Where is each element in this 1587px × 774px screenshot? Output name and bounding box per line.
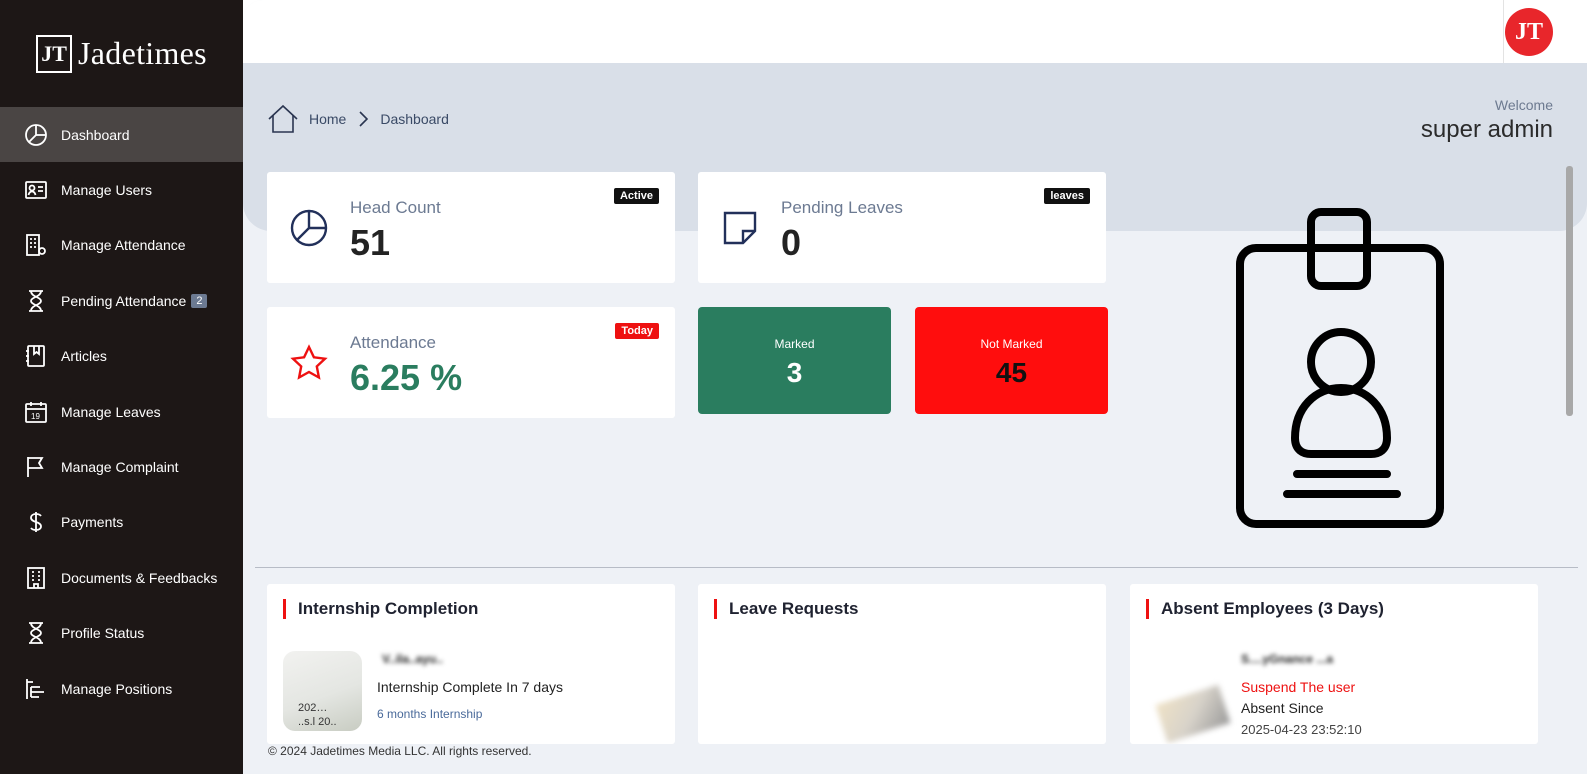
building-gear-icon [24,233,48,257]
brand-logo[interactable]: JT Jadetimes [0,0,243,107]
absent-employee-name: S....yGnance ...a [1241,652,1334,666]
sidebar-item-label: Manage Complaint [61,459,179,476]
hourglass-icon [24,621,48,645]
status-badge: Today [615,323,659,339]
section-divider [255,567,1578,568]
welcome-label: Welcome [1494,97,1553,113]
head-count-label: Head Count [350,198,441,217]
scrollbar-thumb[interactable] [1566,166,1573,416]
marked-label: Marked [774,337,815,351]
breadcrumb-current: Dashboard [380,111,449,127]
top-bar: JT [243,0,1587,63]
suspend-user-link[interactable]: Suspend The user [1241,679,1355,695]
flag-icon [24,455,48,479]
sticky-note-icon [723,211,757,245]
list-tree-icon [24,677,48,701]
id-badge-icon [1236,208,1444,528]
welcome-user-name: super admin [1420,116,1553,143]
not-marked-label: Not Marked [980,337,1043,351]
breadcrumb: Home Dashboard [267,104,449,134]
svg-text:19: 19 [31,412,40,421]
id-card-icon [24,178,48,202]
leave-requests-panel: Leave Requests [698,584,1106,744]
pie-chart-icon [290,209,328,247]
attendance-label: Attendance [350,333,437,352]
sidebar-item-manage-attendance[interactable]: Manage Attendance [0,218,243,273]
sidebar-item-manage-leaves[interactable]: 19 Manage Leaves [0,384,243,439]
sidebar-item-manage-complaint[interactable]: Manage Complaint [0,439,243,494]
sidebar-item-label: Documents & Feedbacks [61,569,218,586]
not-marked-tile[interactable]: Not Marked 45 [915,307,1108,414]
absent-employees-panel: Absent Employees (3 Days) S....yGnance .… [1130,584,1538,744]
status-badge: Active [613,188,659,204]
intern-photo-text: 202… ..s.l 20.. [298,702,337,728]
absent-since-date: 2025-04-23 23:52:10 [1241,722,1362,737]
logo-text: Jadetimes [78,35,207,71]
sidebar-item-articles[interactable]: Articles [0,329,243,384]
sidebar-nav: Dashboard Manage Users Manage Attendance… [0,107,243,716]
intern-name: V..ila..ayu.. [382,652,443,666]
sidebar-item-label: Manage Attendance [61,237,186,254]
head-count-card: Head Count 51 Active [267,172,675,283]
marked-tile[interactable]: Marked 3 [698,307,891,414]
sidebar-item-label: Manage Positions [61,680,173,697]
status-badge: leaves [1044,188,1090,204]
sidebar-item-label: Manage Users [61,182,153,199]
user-avatar[interactable]: JT [1505,8,1553,56]
sidebar-item-label: Pending Attendance [61,292,187,309]
panel-title: Leave Requests [714,599,858,619]
logo-mark: JT [36,34,73,73]
marked-value: 3 [786,357,803,388]
sidebar: JT Jadetimes Dashboard Manage Users Mana… [0,0,243,774]
sidebar-item-documents-feedbacks[interactable]: Documents & Feedbacks [0,550,243,605]
head-count-value: 51 [350,222,391,263]
intern-photo: 202… ..s.l 20.. [283,651,362,731]
sidebar-item-label: Articles [61,348,107,365]
sidebar-item-label: Profile Status [61,625,145,642]
pending-count-badge: 2 [191,293,208,308]
attendance-card: Attendance 6.25 % Today [267,307,675,418]
pending-leaves-card: Pending Leaves 0 leaves [698,172,1106,283]
building-icon [24,566,48,590]
star-icon [290,344,328,380]
attendance-value: 6.25 % [350,357,463,398]
absent-since-label: Absent Since [1241,700,1324,716]
welcome-block: Welcome super admin [1421,97,1553,144]
main-content: JT Home Dashboard Welcome super admin He… [243,0,1587,774]
home-icon[interactable] [267,104,299,134]
internship-duration: 6 months Internship [377,707,483,721]
journal-bookmark-icon [24,344,48,368]
hourglass-icon [24,289,48,313]
sidebar-item-dashboard[interactable]: Dashboard [0,107,243,163]
pie-chart-icon [24,123,48,147]
topbar-divider [1503,0,1504,63]
dollar-icon [24,510,48,534]
absent-employee-photo [1155,684,1231,744]
sidebar-item-profile-status[interactable]: Profile Status [0,606,243,661]
sidebar-item-payments[interactable]: Payments [0,495,243,550]
page-scrollbar[interactable] [1563,152,1587,732]
sidebar-item-label: Dashboard [61,126,130,143]
footer-copyright: © 2024 Jadetimes Media LLC. All rights r… [268,744,532,758]
sidebar-item-manage-positions[interactable]: Manage Positions [0,661,243,716]
internship-complete-text: Internship Complete In 7 days [377,679,563,695]
panel-title: Internship Completion [283,599,478,619]
calendar-icon: 19 [24,400,48,424]
breadcrumb-home[interactable]: Home [309,111,346,127]
sidebar-item-manage-users[interactable]: Manage Users [0,162,243,217]
sidebar-item-label: Payments [61,514,124,531]
sidebar-item-label: Manage Leaves [61,403,161,420]
sidebar-item-pending-attendance[interactable]: Pending Attendance 2 [0,273,243,328]
not-marked-value: 45 [995,357,1028,388]
panel-title: Absent Employees (3 Days) [1146,599,1384,619]
internship-completion-panel: Internship Completion 202… ..s.l 20.. V.… [267,584,675,744]
chevron-right-icon [359,111,369,127]
pending-leaves-value: 0 [781,222,802,263]
pending-leaves-label: Pending Leaves [781,198,903,217]
